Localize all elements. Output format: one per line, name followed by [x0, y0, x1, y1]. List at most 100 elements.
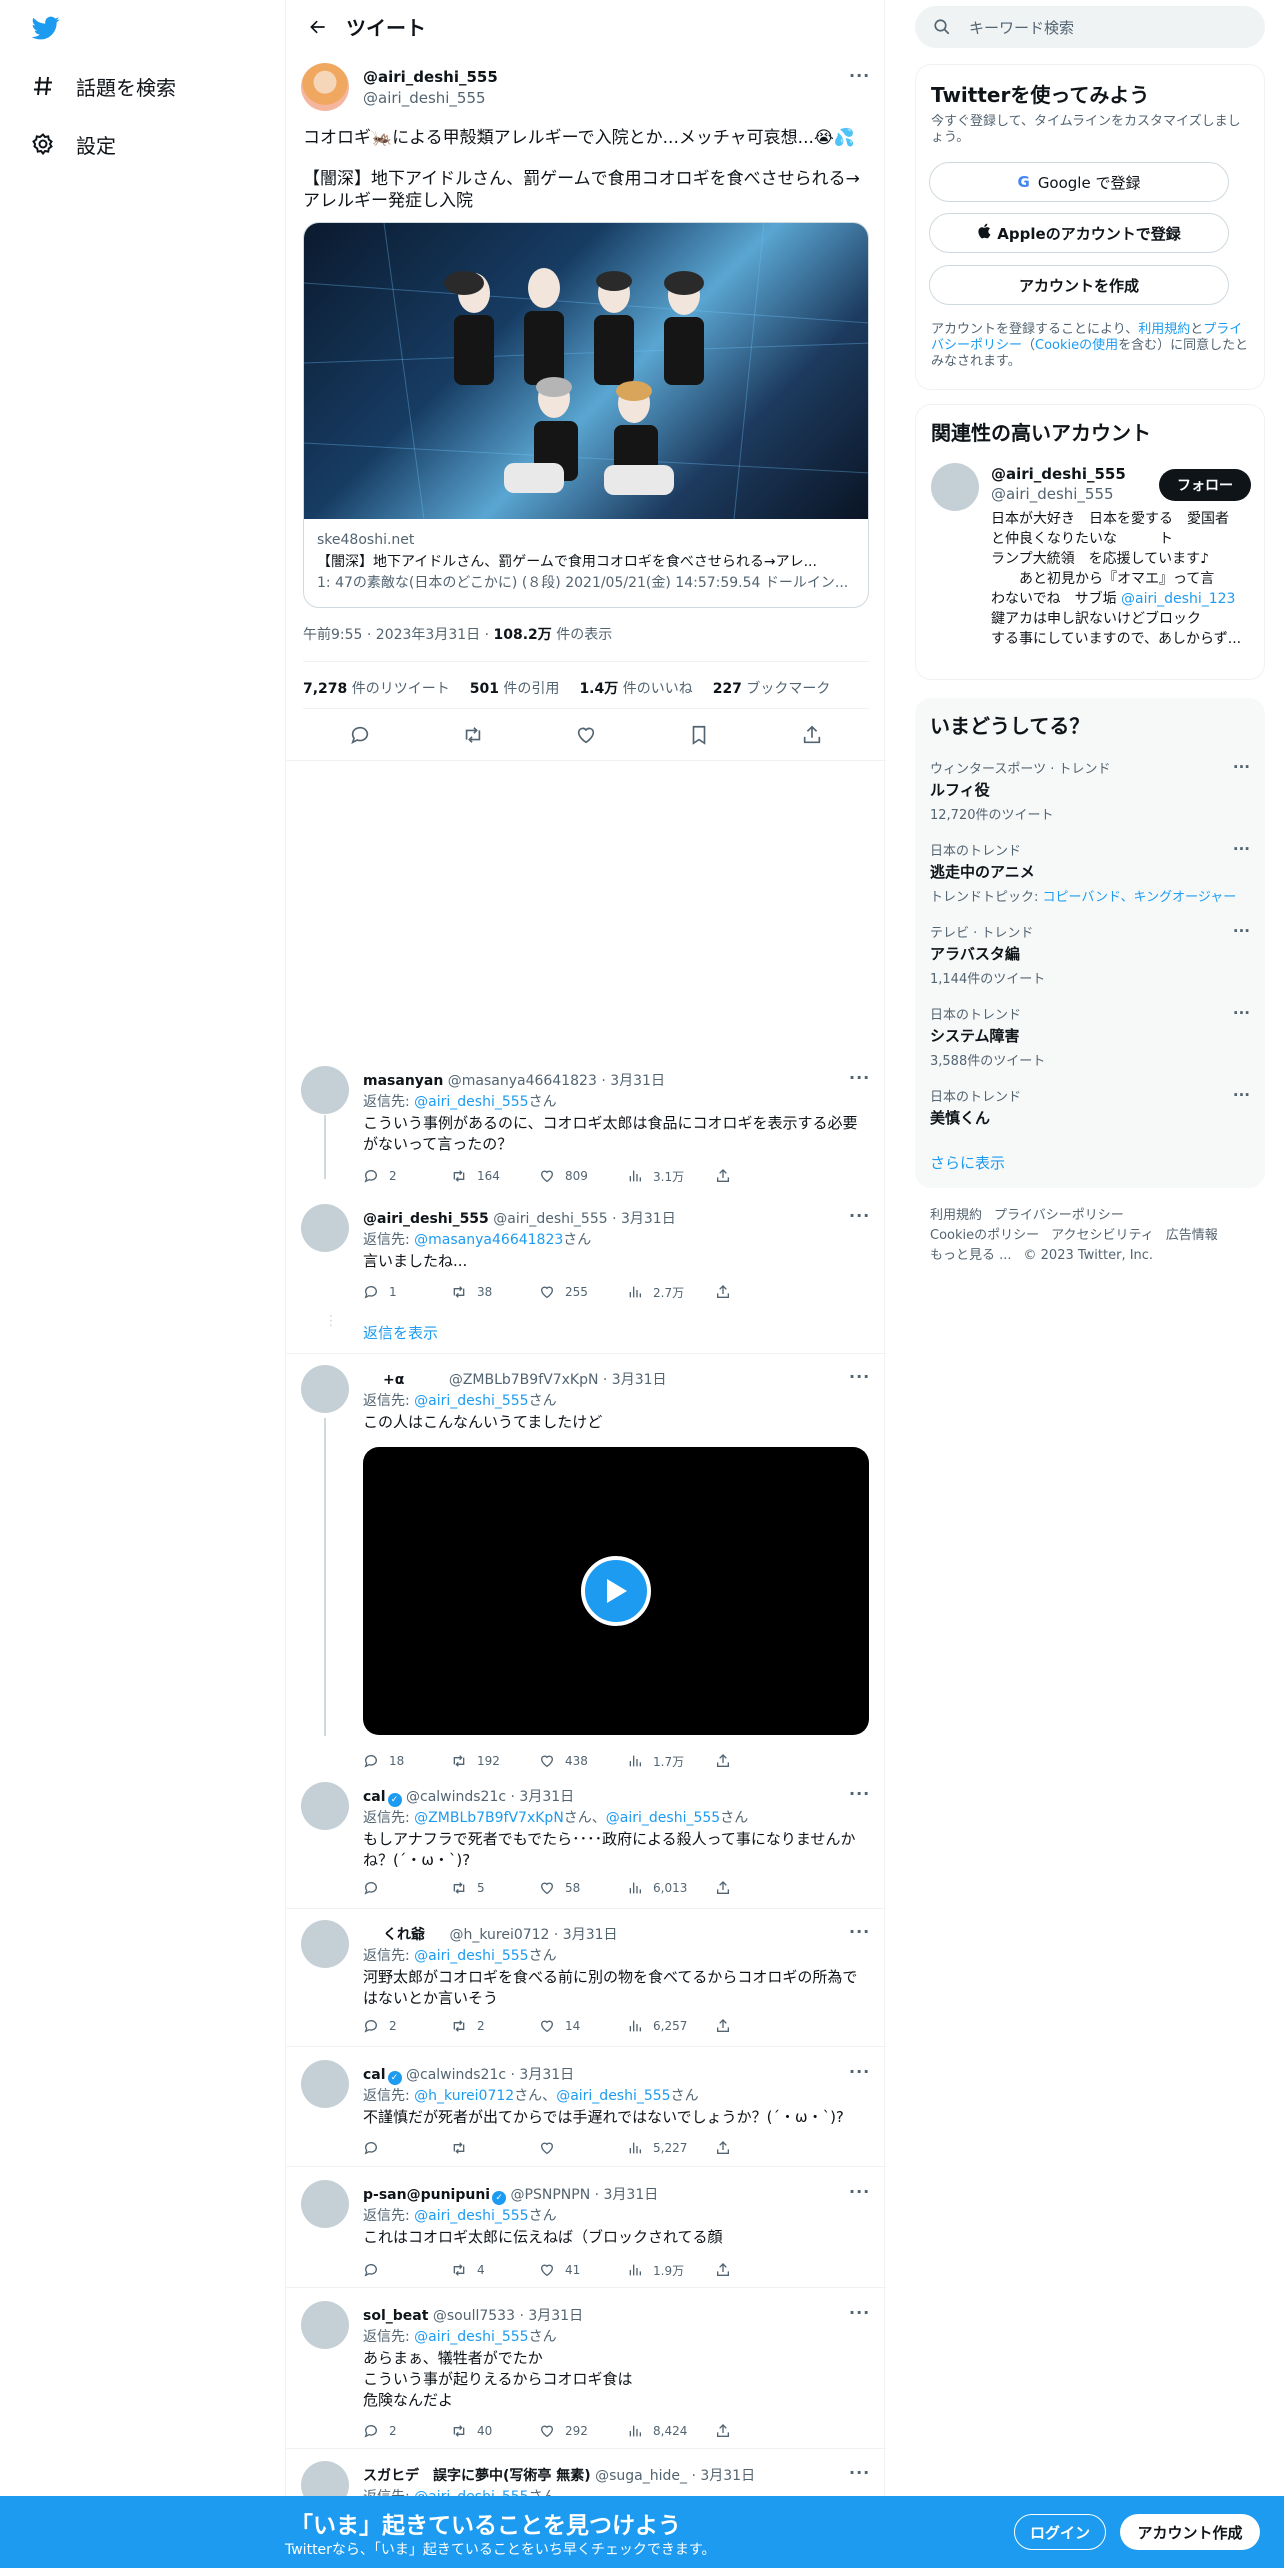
play-icon[interactable]: [581, 1556, 651, 1626]
mention-link[interactable]: @airi_deshi_555: [414, 2208, 528, 2224]
trend-item[interactable]: ウィンタースポーツ · トレンド ルフィ役 12,720件のツイート ···: [930, 758, 1250, 823]
footer-more[interactable]: もっと見る ...: [930, 1248, 1012, 1263]
more-options-icon[interactable]: ···: [849, 2062, 870, 2081]
mention-link[interactable]: @airi_deshi_555: [414, 1948, 528, 1964]
bookmark-icon[interactable]: [679, 724, 719, 746]
retweet-icon[interactable]: [453, 724, 493, 746]
reply-tweet[interactable]: くれ爺 @h_kurei0712 · 3月31日 ··· 返信先: @airi_…: [286, 1918, 886, 2038]
login-button[interactable]: ログイン: [1014, 2514, 1106, 2550]
share-icon[interactable]: [715, 1164, 803, 1188]
views-button[interactable]: 5,227: [627, 2136, 715, 2160]
share-icon[interactable]: [715, 1280, 803, 1304]
mention-link[interactable]: @h_kurei0712: [414, 2088, 514, 2104]
create-account-button[interactable]: アカウントを作成: [929, 265, 1229, 305]
more-options-icon[interactable]: ···: [849, 1206, 870, 1225]
reply-tweet[interactable]: @airi_deshi_555 @airi_deshi_555 · 3月31日 …: [286, 1202, 886, 1300]
more-options-icon[interactable]: ···: [849, 1784, 870, 1803]
more-options-icon[interactable]: ···: [849, 2463, 870, 2482]
quotes-stat[interactable]: 501 件の引用: [470, 678, 560, 698]
share-icon[interactable]: [715, 2136, 803, 2160]
avatar[interactable]: [301, 1066, 349, 1114]
footer-terms[interactable]: 利用規約: [930, 1208, 982, 1223]
mention-link[interactable]: @airi_deshi_555: [414, 1094, 528, 1110]
follow-button[interactable]: フォロー: [1159, 469, 1251, 501]
reply-author-handle[interactable]: @ZMBLb7B9fV7xKpN · 3月31日: [449, 1372, 667, 1388]
google-signup-button[interactable]: G Google で登録: [929, 162, 1229, 202]
reply-author-handle[interactable]: @masanya46641823 · 3月31日: [448, 1073, 665, 1089]
retweet-button[interactable]: 4: [451, 2258, 539, 2282]
more-options-icon[interactable]: ···: [849, 66, 870, 85]
link-card[interactable]: ske48oshi.net 【闇深】地下アイドルさん、罰ゲームで食用コオロギを食…: [303, 222, 869, 608]
reply-author-handle[interactable]: @calwinds21c · 3月31日: [406, 1789, 574, 1805]
back-arrow-icon[interactable]: [290, 17, 346, 37]
reply-author-handle[interactable]: @airi_deshi_555 · 3月31日: [493, 1211, 675, 1227]
trend-item[interactable]: テレビ · トレンド アラバスタ編 1,144件のツイート ···: [930, 922, 1250, 987]
more-options-icon[interactable]: ···: [1233, 840, 1250, 858]
share-icon[interactable]: [715, 2258, 803, 2282]
views-button[interactable]: 6,257: [627, 2014, 715, 2038]
avatar[interactable]: [301, 63, 349, 111]
more-options-icon[interactable]: ···: [849, 1367, 870, 1386]
reply-tweet[interactable]: cal ✓ @calwinds21c · 3月31日 ··· 返信先: @ZMBL…: [286, 1780, 886, 1900]
reply-button[interactable]: 18: [363, 1749, 451, 1773]
cookie-link[interactable]: Cookieの使用: [1035, 338, 1118, 353]
retweet-button[interactable]: 2: [451, 2014, 539, 2038]
mention-link[interactable]: @masanya46641823: [414, 1232, 563, 1248]
likes-stat[interactable]: 1.4万 件のいいね: [579, 678, 692, 698]
tweet-author-name[interactable]: @airi_deshi_555: [363, 68, 498, 86]
retweet-button[interactable]: 164: [451, 1164, 539, 1188]
reply-author-handle[interactable]: @soull7533 · 3月31日: [433, 2308, 583, 2324]
footer-ads[interactable]: 広告情報: [1166, 1228, 1218, 1243]
more-options-icon[interactable]: ···: [1233, 1004, 1250, 1022]
share-icon[interactable]: [715, 2419, 803, 2443]
more-options-icon[interactable]: ···: [1233, 922, 1250, 940]
footer-accessibility[interactable]: アクセシビリティ: [1051, 1228, 1154, 1243]
avatar[interactable]: [301, 2301, 349, 2349]
reply-author-handle[interactable]: @PSNPNPN · 3月31日: [511, 2187, 659, 2203]
more-options-icon[interactable]: ···: [1233, 758, 1250, 776]
share-icon[interactable]: [792, 724, 832, 746]
views-button[interactable]: 8,424: [627, 2419, 715, 2443]
mention-link[interactable]: @ZMBLb7B9fV7xKpN: [414, 1810, 564, 1826]
retweets-stat[interactable]: 7,278 件のリツイート: [303, 678, 450, 698]
reply-tweet[interactable]: +α @ZMBLb7B9fV7xKpN · 3月31日 ··· 返信先: @ai…: [286, 1363, 886, 1769]
views-button[interactable]: 3.1万: [627, 1164, 715, 1188]
reply-button[interactable]: [363, 1876, 451, 1900]
trend-item[interactable]: 日本のトレンド 美慎くん ···: [930, 1086, 1250, 1128]
tweet-author-handle[interactable]: @airi_deshi_555: [363, 89, 486, 107]
bio-mention-link[interactable]: @airi_deshi_123: [1121, 591, 1235, 607]
reply-tweet[interactable]: sol_beat @soull7533 · 3月31日 ··· 返信先: @ai…: [286, 2299, 886, 2449]
more-options-icon[interactable]: ···: [849, 2303, 870, 2322]
views-button[interactable]: 1.7万: [627, 1749, 715, 1773]
twitter-logo-icon[interactable]: [30, 14, 64, 44]
footer-cookie[interactable]: Cookieのポリシー: [930, 1228, 1039, 1243]
mention-link[interactable]: @airi_deshi_555: [414, 1393, 528, 1409]
reply-author-name[interactable]: masanyan: [363, 1073, 443, 1089]
reply-author-name[interactable]: +α: [383, 1372, 404, 1388]
reply-author-name[interactable]: p-san@punipuni: [363, 2187, 490, 2203]
reply-author-handle[interactable]: @h_kurei0712 · 3月31日: [449, 1927, 617, 1943]
reply-tweet[interactable]: cal ✓ @calwinds21c · 3月31日 ··· 返信先: @h_ku…: [286, 2058, 886, 2158]
account-name[interactable]: @airi_deshi_555: [991, 465, 1126, 483]
retweet-button[interactable]: [451, 2136, 539, 2160]
search-input[interactable]: キーワード検索: [915, 6, 1265, 48]
reply-icon[interactable]: [340, 724, 380, 746]
reply-author-name[interactable]: スガヒデ 誤字に夢中(写術亭 無素): [363, 2468, 591, 2484]
mention-link[interactable]: @airi_deshi_555: [414, 2329, 528, 2345]
reply-tweet[interactable]: masanyan @masanya46641823 · 3月31日 ··· 返信…: [286, 1064, 886, 1192]
signup-button[interactable]: アカウント作成: [1120, 2514, 1260, 2550]
avatar[interactable]: [301, 1782, 349, 1830]
tweet-timestamp[interactable]: 午前9:55 · 2023年3月31日 ·: [303, 627, 494, 643]
show-replies-link[interactable]: 返信を表示: [363, 1322, 438, 1343]
terms-link[interactable]: 利用規約: [1138, 322, 1190, 337]
share-icon[interactable]: [715, 1749, 803, 1773]
views-button[interactable]: 1.9万: [627, 2258, 715, 2282]
like-button[interactable]: 292: [539, 2419, 627, 2443]
nav-settings[interactable]: 設定: [30, 124, 116, 164]
reply-button[interactable]: 2: [363, 1164, 451, 1188]
views-button[interactable]: 2.7万: [627, 1280, 715, 1304]
share-icon[interactable]: [715, 2014, 803, 2038]
retweet-button[interactable]: 192: [451, 1749, 539, 1773]
apple-signup-button[interactable]: Appleのアカウントで登録: [929, 213, 1229, 253]
reply-button[interactable]: [363, 2258, 451, 2282]
